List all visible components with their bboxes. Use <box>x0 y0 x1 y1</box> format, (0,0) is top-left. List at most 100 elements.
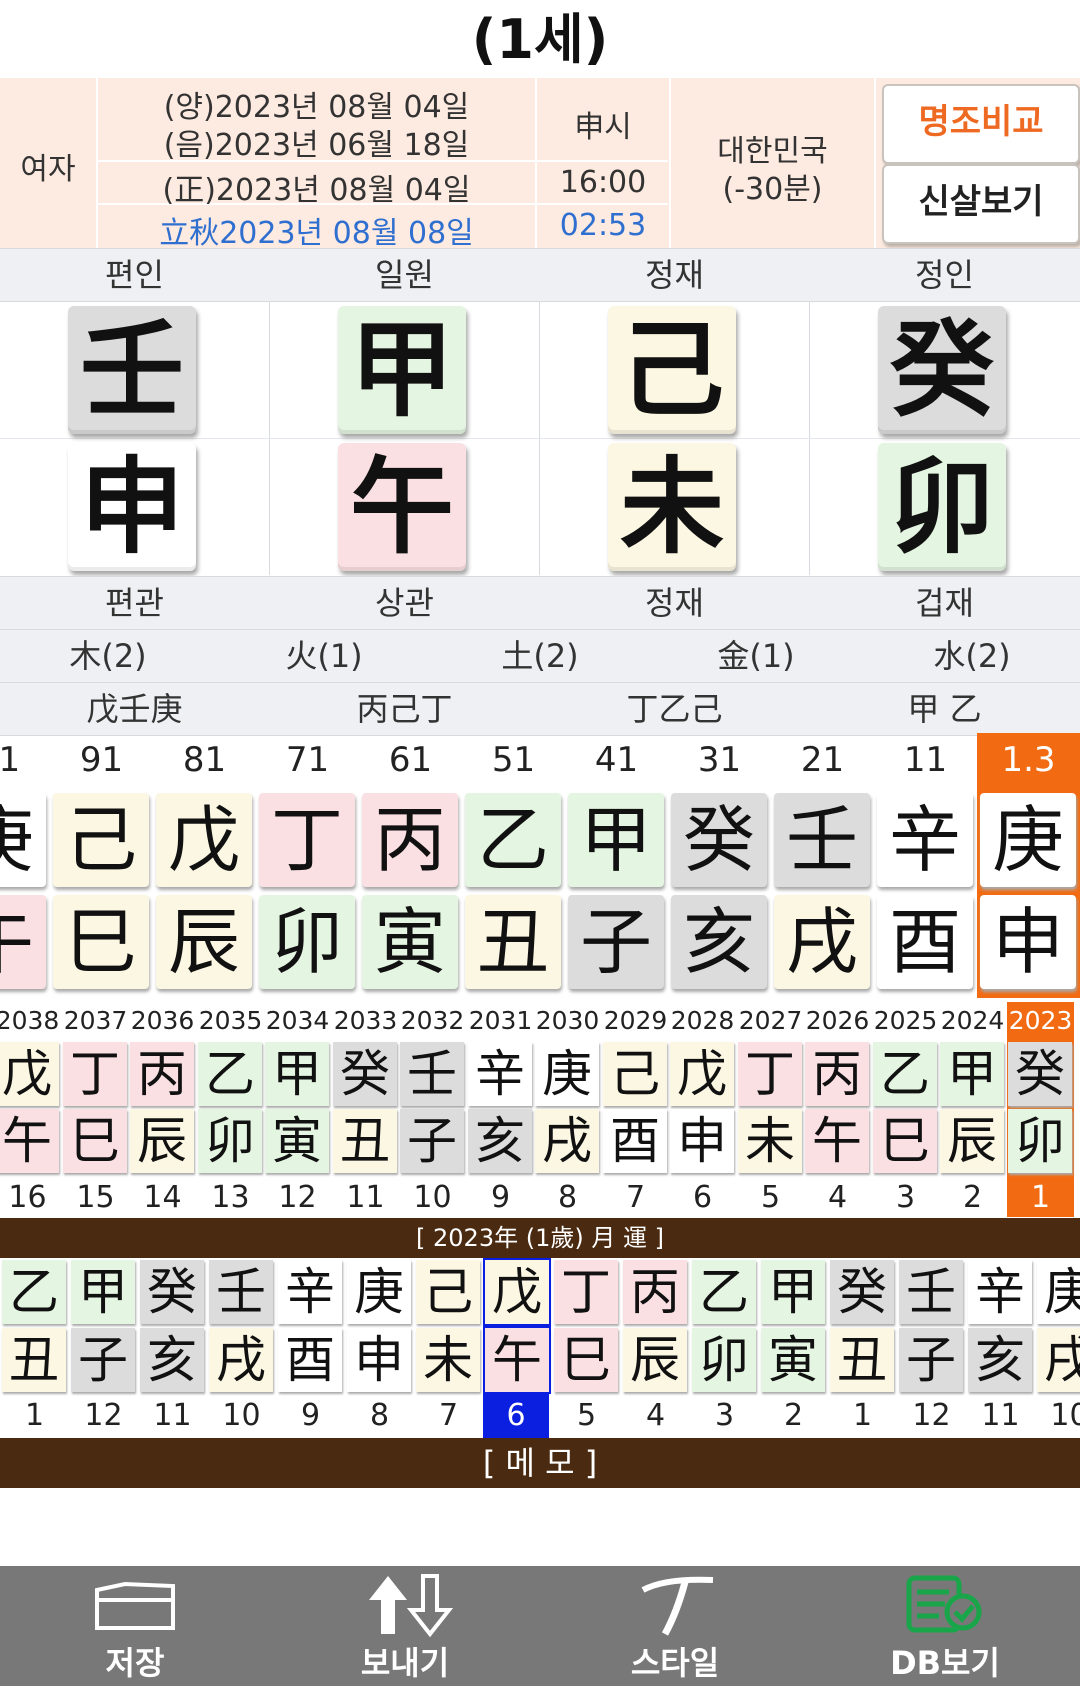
year-branch-tile[interactable]: 子 <box>400 1109 464 1173</box>
year-stem-tile[interactable]: 壬 <box>400 1042 464 1106</box>
send-button[interactable]: 보내기 <box>270 1566 540 1686</box>
month-branch-tile[interactable]: 戌 <box>209 1328 273 1392</box>
year-stem-tile[interactable]: 壬 <box>68 306 196 434</box>
month-stem-tile[interactable]: 庚 <box>1037 1260 1080 1324</box>
year-stem-tile[interactable]: 癸 <box>1008 1042 1072 1106</box>
day-master-tile[interactable]: 甲 <box>338 306 466 434</box>
month-stem-tile[interactable]: 乙 <box>692 1260 756 1324</box>
month-stem-tile[interactable]: 壬 <box>209 1260 273 1324</box>
daewoon-branch-tile[interactable]: 戌 <box>774 895 870 989</box>
daewoon-branch-tile[interactable]: 申 <box>980 895 1076 989</box>
daewoon-branch-tile[interactable]: 酉 <box>877 895 973 989</box>
daewoon-section[interactable]: 01 庚午 91 己巳 81 戊辰 71 丁卯 61 丙寅 51 乙丑 41 甲子 31 癸亥 21 壬戌 11 辛酉… <box>0 733 1080 998</box>
daewoon-branch-tile[interactable]: 亥 <box>671 895 767 989</box>
month-branch-tile[interactable]: 午 <box>483 1326 551 1394</box>
month-stem-tile[interactable]: 癸 <box>830 1260 894 1324</box>
yearly-luck-section[interactable]: 2038 戊午 16 2037 丁巳 15 2036 丙辰 14 2035 乙卯 13 2034 甲寅 12… <box>0 1002 1080 1217</box>
month-stem-tile[interactable]: 乙 <box>2 1260 66 1324</box>
month-branch-tile[interactable]: 亥 <box>140 1328 204 1392</box>
year-stem-tile[interactable]: 辛 <box>468 1042 532 1106</box>
daewoon-stem-tile[interactable]: 己 <box>53 793 149 887</box>
year-branch-tile[interactable]: 午 <box>0 1109 59 1173</box>
year-stem-tile[interactable]: 丙 <box>805 1042 869 1106</box>
year-stem-tile[interactable]: 癸 <box>333 1042 397 1106</box>
year-branch-tile[interactable]: 丑 <box>333 1109 397 1173</box>
memo-button[interactable]: [ 메 모 ] <box>0 1438 1080 1488</box>
month-branch-tile[interactable]: 未 <box>608 443 736 571</box>
month-stem-tile[interactable]: 戊 <box>483 1258 551 1326</box>
year-stem-tile[interactable]: 甲 <box>940 1042 1004 1106</box>
month-stem-tile[interactable]: 己 <box>416 1260 480 1324</box>
year-stem-tile[interactable]: 丁 <box>738 1042 802 1106</box>
month-branch-tile[interactable]: 寅 <box>761 1328 825 1392</box>
year-branch-tile[interactable]: 巳 <box>63 1109 127 1173</box>
year-branch-tile[interactable]: 酉 <box>603 1109 667 1173</box>
daewoon-stem-tile[interactable]: 戊 <box>156 793 252 887</box>
year-branch-tile[interactable]: 卯 <box>1008 1109 1072 1173</box>
year-stem-tile[interactable]: 甲 <box>265 1042 329 1106</box>
day-branch-tile[interactable]: 午 <box>338 443 466 571</box>
daewoon-stem-tile[interactable]: 甲 <box>568 793 664 887</box>
style-button[interactable]: 스타일 <box>540 1566 810 1686</box>
month-stem-tile[interactable]: 庚 <box>347 1260 411 1324</box>
month-stem-tile[interactable]: 癸 <box>140 1260 204 1324</box>
month-branch-tile[interactable]: 酉 <box>278 1328 342 1392</box>
daewoon-stem-tile[interactable]: 癸 <box>671 793 767 887</box>
month-branch-tile[interactable]: 辰 <box>623 1328 687 1392</box>
shinsal-view-button[interactable]: 신살보기 <box>882 164 1080 244</box>
month-stem-tile[interactable]: 甲 <box>71 1260 135 1324</box>
month-branch-tile[interactable]: 卯 <box>692 1328 756 1392</box>
db-view-button[interactable]: DB보기 <box>810 1566 1080 1686</box>
year-stem-tile[interactable]: 己 <box>603 1042 667 1106</box>
month-stem-tile[interactable]: 壬 <box>899 1260 963 1324</box>
daewoon-stem-tile[interactable]: 乙 <box>465 793 561 887</box>
year-stem-tile[interactable]: 戊 <box>670 1042 734 1106</box>
year-stem-tile[interactable]: 戊 <box>0 1042 59 1106</box>
daewoon-branch-tile[interactable]: 巳 <box>53 895 149 989</box>
hour-branch-tile[interactable]: 卯 <box>878 443 1006 571</box>
monthly-luck-section[interactable]: 乙丑 1 甲子 12 癸亥 11 壬戌 10 辛酉 9 庚申 8 己未 7 戊午 6 丁巳 5 丙辰 4 乙卯 3 甲寅 2 癸… <box>0 1258 1080 1438</box>
year-branch-tile[interactable]: 辰 <box>130 1109 194 1173</box>
daewoon-stem-tile[interactable]: 辛 <box>877 793 973 887</box>
daewoon-branch-tile[interactable]: 辰 <box>156 895 252 989</box>
daewoon-stem-tile[interactable]: 丁 <box>259 793 355 887</box>
compare-chart-button[interactable]: 명조비교 <box>882 84 1080 164</box>
year-stem-tile[interactable]: 丙 <box>130 1042 194 1106</box>
month-branch-tile[interactable]: 子 <box>899 1328 963 1392</box>
save-button[interactable]: 저장 <box>0 1566 270 1686</box>
year-branch-tile[interactable]: 戌 <box>535 1109 599 1173</box>
month-branch-tile[interactable]: 子 <box>71 1328 135 1392</box>
month-branch-tile[interactable]: 丑 <box>2 1328 66 1392</box>
year-stem-tile[interactable]: 乙 <box>198 1042 262 1106</box>
month-stem-tile[interactable]: 己 <box>608 306 736 434</box>
month-branch-tile[interactable]: 亥 <box>968 1328 1032 1392</box>
month-branch-tile[interactable]: 申 <box>347 1328 411 1392</box>
month-stem-tile[interactable]: 辛 <box>278 1260 342 1324</box>
year-branch-tile[interactable]: 亥 <box>468 1109 532 1173</box>
year-branch-tile[interactable]: 申 <box>68 443 196 571</box>
year-branch-tile[interactable]: 未 <box>738 1109 802 1173</box>
month-stem-tile[interactable]: 丁 <box>554 1260 618 1324</box>
year-stem-tile[interactable]: 庚 <box>535 1042 599 1106</box>
year-branch-tile[interactable]: 寅 <box>265 1109 329 1173</box>
daewoon-branch-tile[interactable]: 卯 <box>259 895 355 989</box>
month-stem-tile[interactable]: 甲 <box>761 1260 825 1324</box>
daewoon-branch-tile[interactable]: 子 <box>568 895 664 989</box>
year-branch-tile[interactable]: 巳 <box>873 1109 937 1173</box>
month-branch-tile[interactable]: 戌 <box>1037 1328 1080 1392</box>
daewoon-stem-tile[interactable]: 庚 <box>0 793 46 887</box>
month-branch-tile[interactable]: 未 <box>416 1328 480 1392</box>
month-stem-tile[interactable]: 辛 <box>968 1260 1032 1324</box>
daewoon-stem-tile[interactable]: 庚 <box>980 793 1076 887</box>
year-branch-tile[interactable]: 辰 <box>940 1109 1004 1173</box>
year-stem-tile[interactable]: 丁 <box>63 1042 127 1106</box>
year-branch-tile[interactable]: 卯 <box>198 1109 262 1173</box>
year-stem-tile[interactable]: 乙 <box>873 1042 937 1106</box>
hour-stem-tile[interactable]: 癸 <box>878 306 1006 434</box>
daewoon-branch-tile[interactable]: 午 <box>0 895 46 989</box>
daewoon-branch-tile[interactable]: 丑 <box>465 895 561 989</box>
year-branch-tile[interactable]: 午 <box>805 1109 869 1173</box>
year-branch-tile[interactable]: 申 <box>670 1109 734 1173</box>
daewoon-stem-tile[interactable]: 壬 <box>774 793 870 887</box>
month-branch-tile[interactable]: 巳 <box>554 1328 618 1392</box>
